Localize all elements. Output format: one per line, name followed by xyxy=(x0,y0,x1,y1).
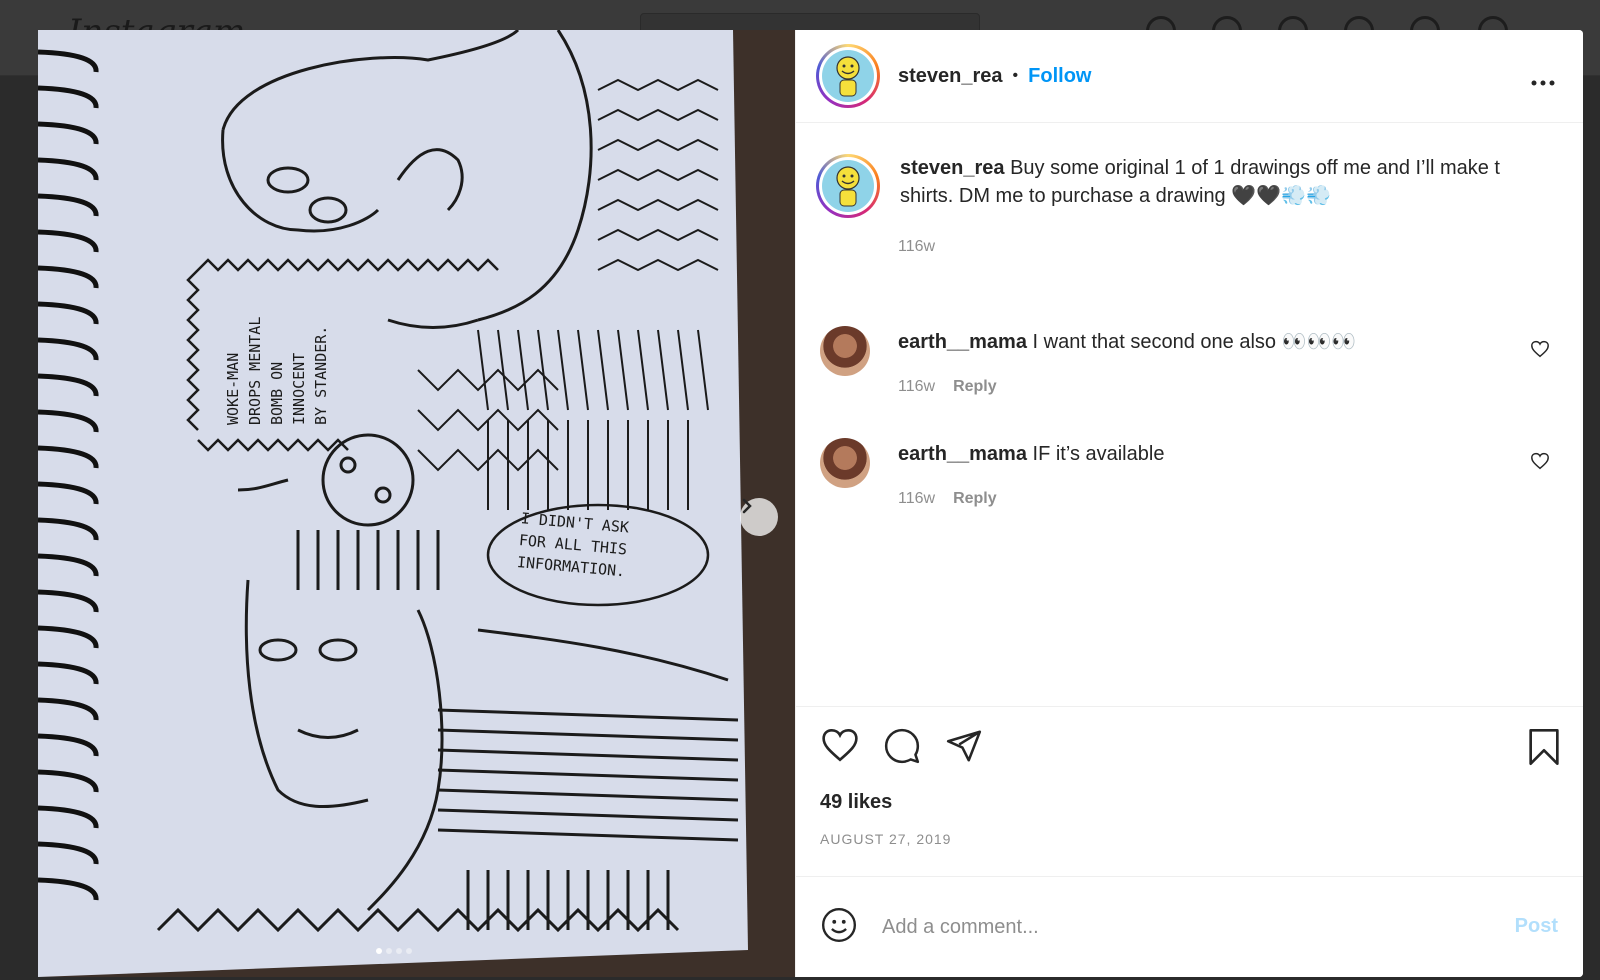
comment-bubble-icon xyxy=(884,728,920,764)
sketchbook-drawing-image: WOKE-MAN DROPS MENTAL BOMB ON INNOCENT B… xyxy=(38,30,795,977)
author-avatar-image xyxy=(822,50,874,102)
caption-author-avatar[interactable] xyxy=(816,154,880,218)
reply-button[interactable]: Reply xyxy=(953,378,997,396)
carousel-dot xyxy=(386,948,392,954)
svg-text:INNOCENT: INNOCENT xyxy=(290,353,308,425)
comment-body: IF it’s available xyxy=(1026,443,1165,465)
svg-text:BY STANDER.: BY STANDER. xyxy=(312,326,330,425)
post-side-panel: steven_rea • Follow steven_rea Buy some … xyxy=(795,30,1583,977)
caption-author-avatar-image xyxy=(822,160,874,212)
post-comment-button[interactable]: Post xyxy=(1515,915,1558,938)
comments-section: steven_rea Buy some original 1 of 1 draw… xyxy=(796,124,1583,706)
comment-button[interactable] xyxy=(882,727,922,770)
post-date[interactable]: AUGUST 27, 2019 xyxy=(820,831,951,847)
heart-icon xyxy=(1531,340,1549,358)
commenter-avatar[interactable] xyxy=(820,326,870,376)
caption-text-block: steven_rea Buy some original 1 of 1 draw… xyxy=(900,154,1520,218)
svg-text:BOMB ON: BOMB ON xyxy=(268,362,286,425)
comment-body: I want that second one also 👀👀👀 xyxy=(1026,331,1357,353)
action-icons-row xyxy=(820,727,984,770)
share-button[interactable] xyxy=(944,727,984,770)
carousel-dots xyxy=(376,948,412,954)
chevron-right-icon xyxy=(742,498,752,514)
comment-username[interactable]: earth__mama xyxy=(898,331,1027,353)
svg-text:DROPS MENTAL: DROPS MENTAL xyxy=(246,317,264,425)
send-paper-plane-icon xyxy=(946,730,982,762)
commenter-avatar[interactable] xyxy=(820,438,870,488)
post-header: steven_rea • Follow xyxy=(796,30,1583,123)
comment-timestamp[interactable]: 116w xyxy=(898,490,935,508)
comment-timestamp[interactable]: 116w xyxy=(898,378,935,396)
add-comment-bar: Post xyxy=(796,876,1583,977)
smiley-figure-icon xyxy=(836,56,860,97)
comment-username[interactable]: earth__mama xyxy=(898,443,1027,465)
comment-like-button[interactable] xyxy=(1530,452,1550,475)
carousel-dot xyxy=(396,948,402,954)
post-actions: 49 likes AUGUST 27, 2019 xyxy=(796,706,1583,876)
separator-dot: • xyxy=(1012,67,1019,84)
reply-button[interactable]: Reply xyxy=(953,490,997,508)
more-options-button[interactable] xyxy=(1531,66,1555,92)
save-button[interactable] xyxy=(1526,727,1562,772)
next-image-button[interactable] xyxy=(740,498,778,536)
comment-text-block: earth__mama IF it’s available xyxy=(898,440,1164,468)
emoji-button[interactable] xyxy=(820,906,858,949)
comment-like-button[interactable] xyxy=(1530,340,1550,363)
bookmark-icon xyxy=(1529,729,1559,765)
comment-text-block: earth__mama I want that second one also … xyxy=(898,328,1356,356)
author-username[interactable]: steven_rea xyxy=(898,65,1003,88)
post-media: WOKE-MAN DROPS MENTAL BOMB ON INNOCENT B… xyxy=(38,30,795,977)
comment-meta: 116w Reply xyxy=(898,490,997,508)
caption-timestamp[interactable]: 116w xyxy=(898,238,935,256)
post-modal: WOKE-MAN DROPS MENTAL BOMB ON INNOCENT B… xyxy=(38,30,1583,977)
likes-count[interactable]: 49 likes xyxy=(820,791,892,814)
caption-username[interactable]: steven_rea xyxy=(900,157,1005,179)
heart-icon xyxy=(1531,452,1549,470)
post-caption: steven_rea Buy some original 1 of 1 draw… xyxy=(816,154,1536,218)
smiley-emoji-icon xyxy=(821,907,857,942)
heart-icon xyxy=(822,728,858,762)
like-button[interactable] xyxy=(820,727,860,770)
add-comment-input[interactable] xyxy=(882,915,1442,939)
carousel-dot xyxy=(376,948,382,954)
author-avatar[interactable] xyxy=(816,44,880,108)
more-horizontal-icon xyxy=(1531,80,1555,86)
svg-text:WOKE-MAN: WOKE-MAN xyxy=(224,353,242,425)
carousel-dot xyxy=(406,948,412,954)
comment-meta: 116w Reply xyxy=(898,378,997,396)
follow-button[interactable]: Follow xyxy=(1028,65,1091,88)
smiley-figure-icon xyxy=(836,166,860,207)
